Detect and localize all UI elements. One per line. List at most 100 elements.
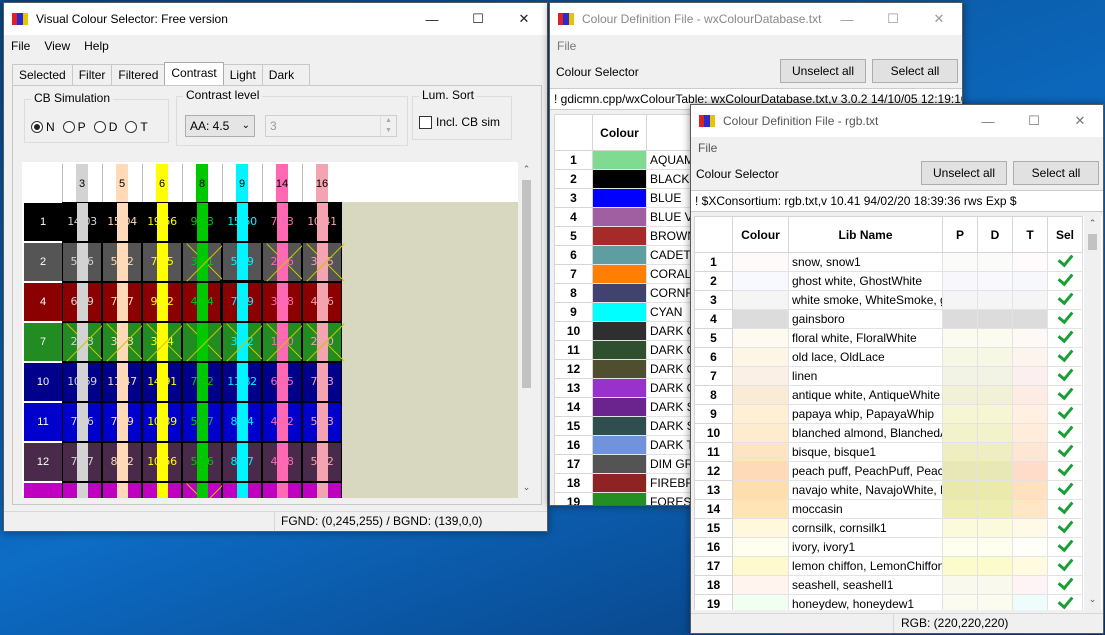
tab-contrast[interactable]: Contrast [164,62,224,85]
contrast-cell[interactable]: 5.53 [302,402,342,442]
table-row[interactable]: 11 bisque, bisque1 [694,442,1083,462]
contrast-cell[interactable]: 5.62 [302,442,342,482]
select-check[interactable] [1047,271,1083,291]
contrast-cell[interactable]: 19.56 [142,202,182,242]
row-header[interactable]: 2 [24,243,62,281]
unselect-all-button[interactable]: Unselect all [780,59,866,83]
column-header-6[interactable]: 6 [142,164,182,202]
select-check[interactable] [1047,252,1083,272]
contrast-cell[interactable]: 5.06 [62,242,102,282]
contrast-cell[interactable] [302,482,342,498]
table-row[interactable]: 17 DIM GREY [554,454,705,474]
contrast-cell[interactable]: 3.12 [222,322,262,362]
contrast-cell[interactable]: 5.59 [222,242,262,282]
cb-radio-n[interactable]: N [31,120,55,134]
contrast-cell[interactable] [262,482,302,498]
table-row[interactable]: 1 snow, snow1 [694,252,1083,272]
select-check[interactable] [1047,328,1083,348]
scroll-down-icon[interactable]: ⌄ [1084,594,1101,605]
contrast-cell[interactable]: 8.37 [222,442,262,482]
contrast-cell[interactable]: 9.73 [182,202,222,242]
spin-buttons[interactable]: ▲ ▼ [380,116,396,136]
column-header-5[interactable]: 5 [102,164,142,202]
table-row[interactable]: 10DARK GREY [554,321,705,341]
select-check[interactable] [1047,309,1083,329]
tab-filtered[interactable]: Filtered [111,64,166,85]
contrast-cell[interactable]: 7.99 [102,402,142,442]
contrast-cell[interactable]: 4.64 [182,282,222,322]
select-check[interactable] [1047,366,1083,386]
contrast-cell[interactable]: 15.04 [102,202,142,242]
contrast-cell[interactable] [182,322,222,362]
contrast-cell[interactable]: 10.39 [142,402,182,442]
table-row[interactable]: 2 ghost white, GhostWhite [694,271,1083,291]
contrast-cell[interactable] [182,482,222,498]
maximize-button[interactable]: ☐ [1011,105,1057,137]
contrast-cell[interactable]: 5.17 [182,402,222,442]
contrast-cell[interactable]: 4.96 [302,282,342,322]
menu-file[interactable]: File [550,39,583,53]
select-check[interactable] [1047,442,1083,462]
contrast-cell[interactable]: 4.22 [262,402,302,442]
contrast-cell[interactable]: 11.47 [102,362,142,402]
table-row[interactable]: 14DARK SLATE BLUE [554,397,705,417]
contrast-cell[interactable]: 7.05 [142,242,182,282]
table-row[interactable]: 4 gainsboro [694,309,1083,329]
table-row[interactable]: 16 ivory, ivory1 [694,537,1083,557]
column-header-8[interactable]: 8 [182,164,222,202]
table-row[interactable]: 3 BLUE [554,188,705,208]
cb-radio-p[interactable]: P [62,120,86,134]
scroll-down-icon[interactable]: ⌄ [518,482,535,493]
minimize-button[interactable]: — [409,3,455,35]
tab-light[interactable]: Light [222,64,263,85]
table-row[interactable]: 2 BLACK [554,169,705,189]
table-row[interactable]: 7 CORAL [554,264,705,284]
contrast-cell[interactable]: 7.93 [262,202,302,242]
cb-radio-t[interactable]: T [125,120,148,134]
contrast-cell[interactable] [62,482,102,498]
table-row[interactable]: 7 linen [694,366,1083,386]
scroll-thumb[interactable] [1088,234,1097,250]
column-header-14[interactable]: 14 [262,164,302,202]
table-row[interactable]: 10 blanched almond, BlanchedAlmond [694,423,1083,443]
table-row[interactable]: 18FIREBRICK [554,473,705,493]
radio-dot[interactable] [125,121,138,133]
scroll-thumb[interactable] [522,180,531,388]
contrast-cell[interactable]: 7.39 [220,280,264,324]
contrast-cell[interactable]: 2.10 [302,322,342,362]
scroll-up-icon[interactable]: ⌃ [1084,218,1101,229]
select-all-button[interactable]: Select all [1013,161,1099,185]
table-row[interactable]: 12 peach puff, PeachPuff, PeachPuff1 [694,461,1083,481]
lib-name-column-header[interactable]: Lib Name [788,216,943,253]
contrast-cell[interactable]: 3.94 [142,322,182,362]
table-row[interactable]: 15 cornsilk, cornsilk1 [694,518,1083,538]
contrast-cell[interactable]: 7.46 [62,402,102,442]
row-header[interactable]: 11 [24,403,62,441]
radio-dot[interactable] [62,121,75,133]
select-check[interactable] [1047,347,1083,367]
row-header[interactable]: 7 [24,323,62,361]
menu-view[interactable]: View [37,39,77,53]
contrast-cell[interactable]: 14.91 [142,362,182,402]
contrast-cell[interactable]: 8.24 [222,402,262,442]
table-vertical-scrollbar[interactable]: ⌃ ⌄ [1084,216,1101,610]
select-check[interactable] [1047,537,1083,557]
contrast-level-combo[interactable]: AA: 4.5 ⌄ [185,115,255,137]
table-row[interactable]: 6 old lace, OldLace [694,347,1083,367]
maximize-button[interactable]: ☐ [870,3,916,35]
contrast-cell[interactable]: 3.03 [102,322,142,362]
column-header-9[interactable]: 9 [222,164,262,202]
d-column-header[interactable]: D [977,216,1013,253]
table-row[interactable]: 8 antique white, AntiqueWhite [694,385,1083,405]
column-header-3[interactable]: 3 [62,164,102,202]
contrast-cell[interactable]: 5.42 [102,242,142,282]
table-row[interactable]: 13DARK ORCHID [554,378,705,398]
table-row[interactable]: 17 lemon chiffon, LemonChiffon [694,556,1083,576]
contrast-cell[interactable]: 7.17 [102,282,142,322]
contrast-spin-input[interactable]: 3 ▲ ▼ [265,115,397,137]
contrast-cell[interactable]: 9.32 [142,282,182,322]
title-bar[interactable]: Visual Colour Selector: Free version — ☐… [4,3,547,35]
table-row[interactable]: 5 BROWN [554,226,705,246]
contrast-cell[interactable]: 3.78 [262,282,302,322]
contrast-cell[interactable] [142,482,182,498]
